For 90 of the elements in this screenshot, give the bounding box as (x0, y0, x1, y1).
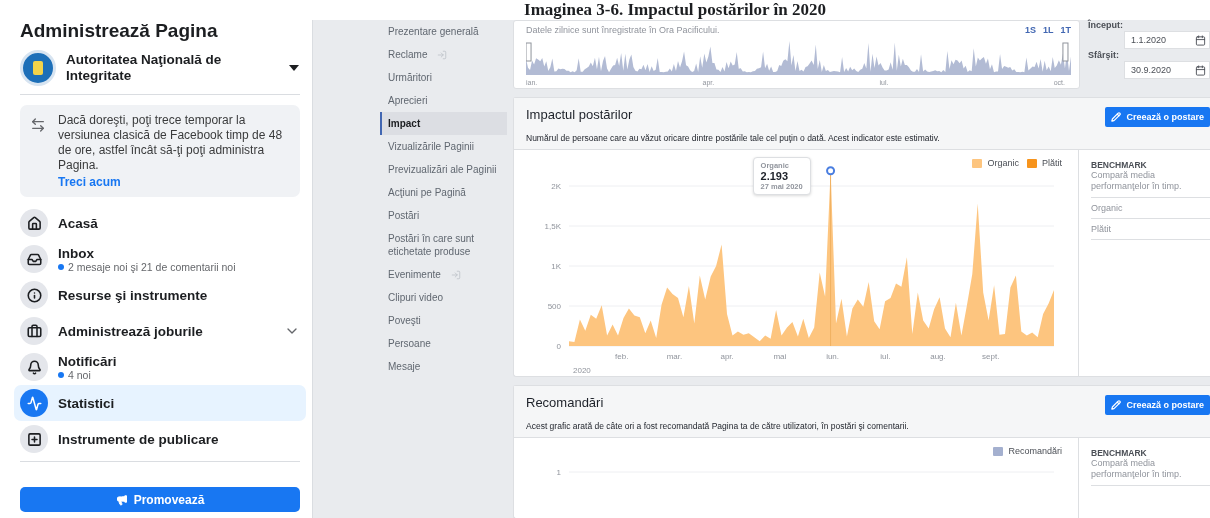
legend-item: Recomandări (993, 446, 1062, 456)
range-link[interactable]: 1S (1024, 25, 1036, 35)
sidebar-title: Administrează Pagina (20, 20, 219, 42)
promote-button[interactable]: Promovează (20, 487, 300, 512)
insights-nav-item[interactable]: Clipuri video (380, 286, 507, 309)
y-axis-label: 500 (547, 302, 561, 311)
card-title: Impactul postărilor (526, 107, 633, 122)
x-axis-label: mai (773, 352, 787, 361)
insights-nav-item[interactable]: Acţiuni pe Pagină (380, 181, 507, 204)
start-date-field[interactable]: 1.1.2020 (1124, 31, 1210, 49)
y-axis-label: 1 (556, 468, 561, 477)
bell-icon (20, 353, 48, 381)
benchmark-row[interactable]: Plătit (1091, 219, 1210, 240)
inbox-icon (20, 245, 48, 273)
insights-nav-item[interactable]: Previzualizări ale Paginii (380, 158, 507, 181)
hover-point[interactable] (826, 166, 836, 176)
card-title: Recomandări (526, 395, 604, 410)
year-label: 2020 (573, 366, 591, 375)
insights-nav-item[interactable]: Poveşti (380, 309, 507, 332)
sidebar-item-subtext: 4 noi (58, 368, 300, 381)
sidebar-item[interactable]: Acasă (14, 205, 306, 241)
y-axis-label: 1,5K (544, 222, 561, 231)
sidebar-item[interactable]: Notificări 4 noi (14, 349, 306, 385)
pencil-icon (1111, 112, 1122, 122)
notice-text: Dacă doreşti, poţi trece temporar la versiunea clasică de Facebook timp de 48 de ore, astfel încât să-ţi poţi administra Pagina. (58, 113, 284, 173)
dropdown-caret-icon[interactable] (288, 64, 300, 72)
legend-item: Plătit (1027, 158, 1062, 168)
sidebar-item-label: Inbox (58, 245, 95, 261)
switch-arrows-icon (30, 117, 46, 133)
insights-nav-item[interactable]: Mesaje (380, 355, 507, 378)
home-icon (20, 209, 48, 237)
x-axis-label: feb. (615, 352, 629, 361)
end-date-field[interactable]: 30.9.2020 (1124, 61, 1210, 79)
insights-nav-item[interactable]: Aprecieri (380, 89, 507, 112)
benchmark-subtitle: Compară media performanţelor în timp. (1091, 458, 1210, 486)
y-axis-label: 1K (551, 262, 561, 271)
x-axis-label: aug. (930, 352, 946, 361)
sidebar-item[interactable]: Resurse şi instrumente (14, 277, 306, 313)
sidebar-item[interactable]: Inbox 2 mesaje noi şi 21 de comentarii noi (14, 241, 306, 277)
legend-item: Organic (972, 158, 1019, 168)
range-link[interactable]: 1L (1042, 25, 1054, 35)
sidebar-item[interactable]: Administrează joburile (14, 313, 306, 349)
sidebar-item-label: Statistici (58, 395, 116, 411)
insights-nav-item[interactable]: Impact (380, 112, 507, 135)
sidebar-item-label: Resurse şi instrumente (58, 287, 209, 303)
benchmark-title: BENCHMARK (1091, 448, 1148, 458)
calendar-icon[interactable] (1195, 34, 1206, 46)
x-axis-label: iun. (826, 352, 840, 361)
megaphone-icon (115, 493, 128, 506)
benchmark-title: BENCHMARK (1091, 160, 1148, 170)
create-post-button[interactable]: Creează o postare (1105, 395, 1210, 415)
insights-nav-item[interactable]: Prezentare generală (380, 20, 507, 43)
page-logo (20, 50, 56, 86)
insights-nav-item[interactable]: Evenimente (380, 263, 507, 286)
y-axis-label: 2K (551, 182, 561, 191)
timezone-note: Datele zilnice sunt înregistrate în Ora Pacificului. (526, 25, 720, 35)
x-axis-label: iul. (880, 352, 891, 361)
insights-nav-item[interactable]: Vizualizările Paginii (380, 135, 507, 158)
x-axis-label: mar. (666, 352, 683, 361)
range-link[interactable]: 1T (1060, 25, 1071, 35)
sidebar-item[interactable]: Statistici (14, 385, 306, 421)
x-axis-label: apr. (720, 352, 734, 361)
pencil-icon (1111, 400, 1122, 410)
info-icon (20, 281, 48, 309)
page-name[interactable]: Autoritatea Naţională de Integritate (66, 52, 278, 84)
insights-nav-item[interactable]: Reclame (380, 43, 507, 66)
calendar-icon[interactable] (1195, 64, 1206, 76)
sidebar-item[interactable]: Instrumente de publicare (14, 421, 306, 457)
sidebar-item-subtext: 2 mesaje noi şi 21 de comentarii noi (58, 260, 300, 273)
sidebar-item-label: Instrumente de publicare (58, 431, 220, 447)
end-date-label: Sfârşit: (1088, 50, 1120, 60)
switch-now-link[interactable]: Treci acum (58, 175, 290, 189)
briefcase-icon (20, 317, 48, 345)
sidebar-item-label: Notificări (58, 353, 118, 369)
start-date-label: Început: (1088, 20, 1124, 30)
card-description: Acest grafic arată de câte ori a fost recomandată Pagina ta de către utilizatori, în postări şi comentarii. (526, 421, 910, 431)
insights-nav-item[interactable]: Postări (380, 204, 507, 227)
create-post-button[interactable]: Creează o postare (1105, 107, 1210, 127)
insights-nav-item[interactable]: Postări în care sunt etichetate produse (380, 227, 507, 263)
tooltip-value: 2.193 (760, 169, 790, 182)
card-description: Numărul de persoane care au văzut oricare dintre postările tale cel puţin o dată. Acest indicator este estimativ. (526, 133, 941, 143)
benchmark-subtitle: Compară media performanţelor în timp. (1091, 170, 1210, 198)
benchmark-row[interactable]: Organic (1091, 198, 1210, 219)
sidebar-item-label: Acasă (58, 215, 99, 231)
insights-nav-item[interactable]: Urmăritori (380, 66, 507, 89)
sidebar-item-label: Administrează joburile (58, 323, 204, 339)
figure-caption: Imaginea 3-6. Impactul postărilor în 2020 (523, 0, 826, 20)
insights-nav-item[interactable]: Persoane (380, 332, 507, 355)
y-axis-label: 0 (556, 342, 561, 351)
x-axis-label: sept. (982, 352, 1000, 361)
